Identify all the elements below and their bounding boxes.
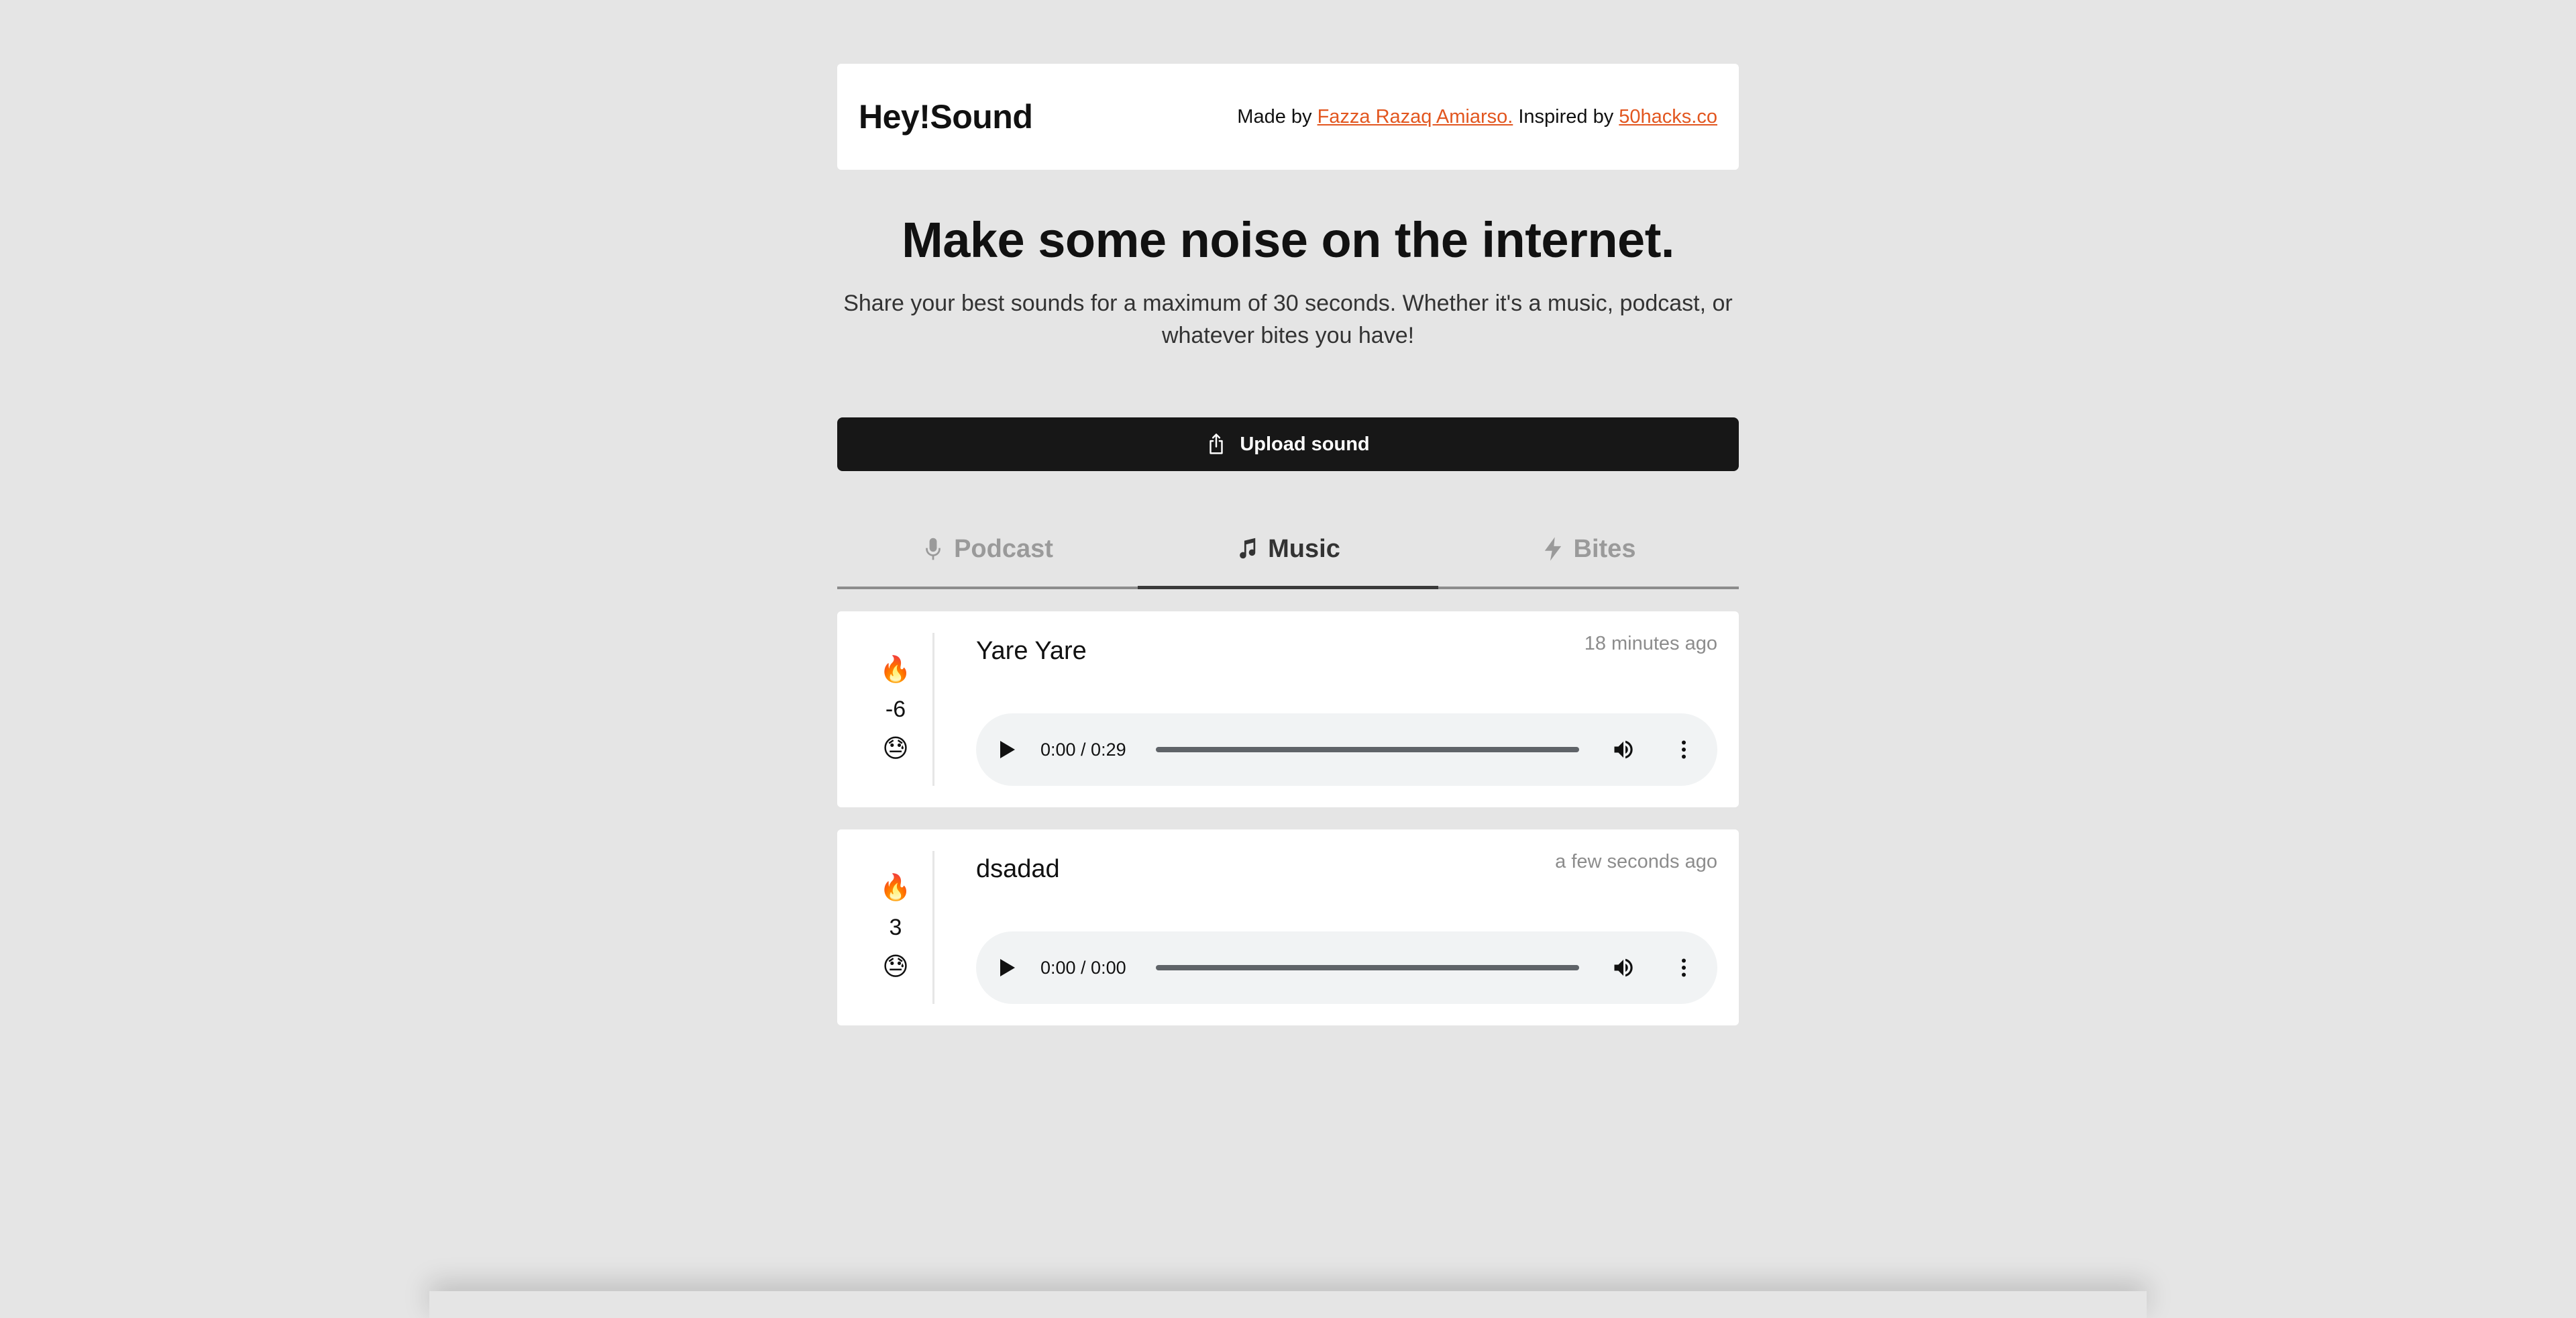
sound-title: dsadad (976, 855, 1060, 883)
more-options-icon[interactable] (1672, 956, 1696, 980)
sound-timestamp: a few seconds ago (1555, 851, 1717, 872)
player-time: 0:00 / 0:00 (1040, 957, 1126, 978)
tab-podcast-label: Podcast (954, 534, 1053, 563)
sound-header: dsadad a few seconds ago (976, 851, 1717, 884)
main-container: Hey!Sound Made by Fazza Razaq Amiarso. I… (837, 64, 1739, 1025)
upload-sound-label: Upload sound (1240, 433, 1370, 455)
sound-title: Yare Yare (976, 637, 1087, 665)
vote-score: 3 (889, 915, 902, 940)
sound-content: dsadad a few seconds ago 0:00 / 0:00 (976, 851, 1717, 1004)
page-subtitle: Share your best sounds for a maximum of … (843, 291, 1733, 348)
inspired-by-label: Inspired by (1513, 105, 1619, 128)
sad-downvote-icon[interactable]: 😓 (882, 733, 909, 764)
fire-upvote-icon[interactable]: 🔥 (879, 872, 911, 903)
header: Hey!Sound Made by Fazza Razaq Amiarso. I… (837, 64, 1739, 170)
vote-panel: 🔥 -6 😓 (859, 633, 934, 786)
author-link[interactable]: Fazza Razaq Amiarso. (1318, 106, 1513, 128)
audio-player: 0:00 / 0:00 (976, 931, 1717, 1004)
lightning-icon (1544, 537, 1561, 561)
sound-card: 🔥 3 😓 dsadad a few seconds ago 0:00 / 0:… (837, 829, 1739, 1025)
made-by-label: Made by (1237, 105, 1318, 128)
tab-podcast[interactable]: Podcast (837, 519, 1138, 587)
upload-sound-button[interactable]: Upload sound (837, 417, 1739, 471)
hero: Make some noise on the internet. Share y… (837, 211, 1739, 352)
volume-icon[interactable] (1611, 738, 1635, 762)
logo: Hey!Sound (859, 98, 1033, 136)
tab-bites[interactable]: Bites (1438, 519, 1739, 587)
volume-icon[interactable] (1611, 956, 1635, 980)
bottom-shadow (429, 1291, 2147, 1318)
sound-content: Yare Yare 18 minutes ago 0:00 / 0:29 (976, 633, 1717, 786)
sound-timestamp: 18 minutes ago (1584, 633, 1717, 654)
inspired-link[interactable]: 50hacks.co (1619, 106, 1717, 128)
audio-progress-bar[interactable] (1155, 747, 1579, 752)
play-icon[interactable] (1000, 959, 1015, 976)
play-icon[interactable] (1000, 741, 1015, 758)
more-options-icon[interactable] (1672, 738, 1696, 762)
music-note-icon (1240, 538, 1256, 559)
audio-player: 0:00 / 0:29 (976, 713, 1717, 786)
page-title: Make some noise on the internet. (902, 212, 1674, 268)
audio-progress-bar[interactable] (1155, 965, 1579, 970)
fire-upvote-icon[interactable]: 🔥 (879, 654, 911, 685)
microphone-icon (926, 538, 941, 560)
tab-bites-label: Bites (1573, 534, 1636, 563)
vote-panel: 🔥 3 😓 (859, 851, 934, 1004)
tab-music-label: Music (1268, 534, 1340, 563)
share-icon (1210, 434, 1224, 454)
player-time: 0:00 / 0:29 (1040, 739, 1126, 760)
credits: Made by Fazza Razaq Amiarso. Inspired by… (1237, 106, 1717, 128)
vote-score: -6 (885, 697, 906, 722)
tab-music[interactable]: Music (1138, 519, 1438, 589)
sad-downvote-icon[interactable]: 😓 (882, 952, 909, 982)
sound-header: Yare Yare 18 minutes ago (976, 633, 1717, 666)
category-tabs: Podcast Music Bites (837, 519, 1739, 589)
sound-card: 🔥 -6 😓 Yare Yare 18 minutes ago 0:00 / 0… (837, 611, 1739, 807)
